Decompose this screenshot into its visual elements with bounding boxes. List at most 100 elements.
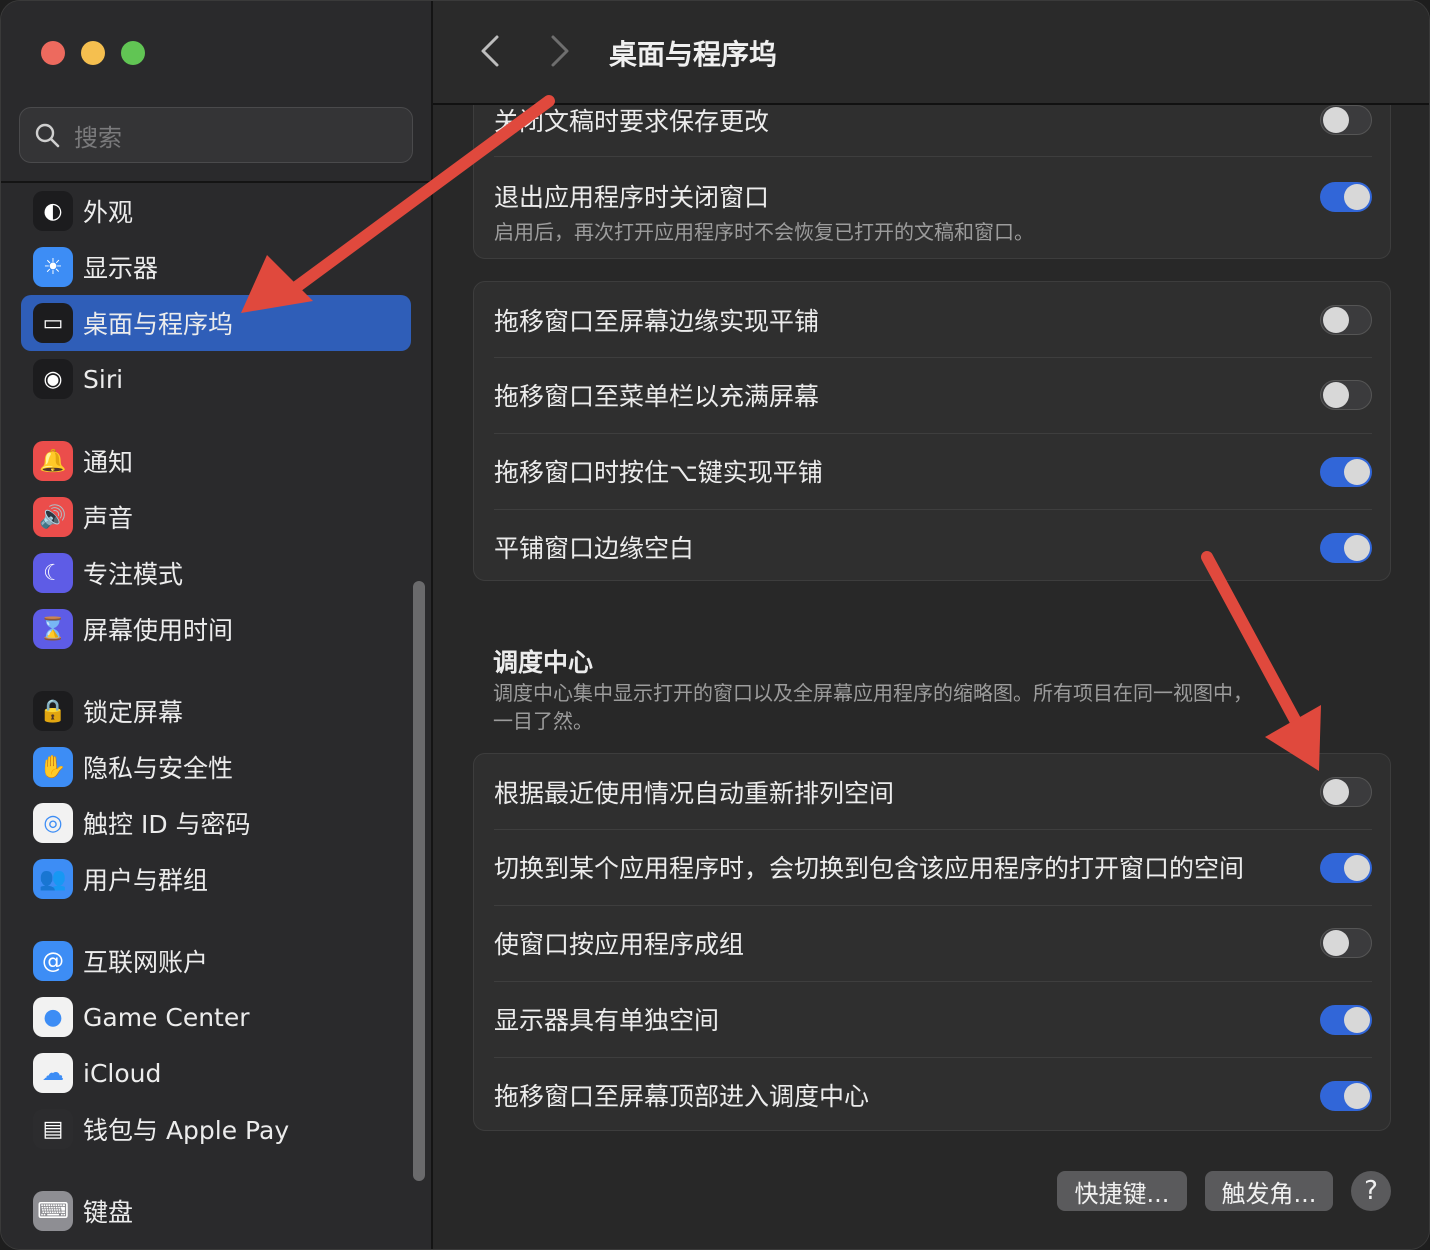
- toggle-group-windows[interactable]: [1320, 928, 1372, 958]
- wallet-icon: ▤: [33, 1109, 73, 1149]
- toggle-save-changes[interactable]: [1320, 105, 1372, 135]
- toggle-knob: [1344, 1083, 1370, 1109]
- game-center-icon: ●: [33, 997, 73, 1037]
- sidebar-item-label: Game Center: [83, 1002, 250, 1032]
- row-label-auto-rearrange: 根据最近使用情况自动重新排列空间: [494, 779, 895, 808]
- settings-row: 平铺窗口边缘空白: [494, 509, 1372, 582]
- sidebar-item-label: 钱包与 Apple Pay: [83, 1116, 290, 1145]
- sidebar-item-hourglass[interactable]: ⌛ 屏幕使用时间: [21, 601, 411, 657]
- row-label-tile-edge: 拖移窗口至屏幕边缘实现平铺: [494, 307, 820, 336]
- sidebar-item-label: 桌面与程序坞: [83, 310, 234, 339]
- chevron-left-icon[interactable]: [475, 33, 505, 69]
- toggle-knob: [1323, 930, 1349, 956]
- toggle-tile-edge[interactable]: [1320, 305, 1372, 335]
- row-label-fill-screen: 拖移窗口至菜单栏以充满屏幕: [494, 382, 820, 411]
- sidebar-item-users[interactable]: 👥 用户与群组: [21, 851, 411, 907]
- settings-row: 退出应用程序时关闭窗口 启用后，再次打开应用程序时不会恢复已打开的文稿和窗口。: [494, 156, 1372, 260]
- focus-moon-icon: ☾: [33, 553, 73, 593]
- toggle-knob: [1344, 1007, 1370, 1033]
- shortcuts-button[interactable]: 快捷键...: [1057, 1171, 1187, 1211]
- sidebar-item-appearance[interactable]: ◐ 外观: [21, 183, 411, 239]
- sidebar-scrollbar[interactable]: [413, 581, 425, 1181]
- sidebar-item-icloud[interactable]: ☁ iCloud: [21, 1045, 411, 1101]
- sidebar-item-focus-moon[interactable]: ☾ 专注模式: [21, 545, 411, 601]
- dock-icon: ▭: [33, 303, 73, 343]
- settings-row: 拖移窗口至屏幕顶部进入调度中心: [494, 1057, 1372, 1132]
- row-label-switch-space: 切换到某个应用程序时，会切换到包含该应用程序的打开窗口的空间: [494, 854, 1245, 883]
- users-icon: 👥: [33, 859, 73, 899]
- settings-window: 搜索 ◐ 外观 ☀ 显示器 ▭ 桌面与程序坞 ◉ Siri 🔔 通知 🔊 声音 ☾ 专注模式 ⌛ 屏幕使用时间…: [0, 0, 1430, 1250]
- toggle-auto-rearrange[interactable]: [1320, 777, 1372, 807]
- sidebar-item-label: 通知: [83, 448, 134, 477]
- help-button[interactable]: ?: [1351, 1171, 1391, 1211]
- fingerprint-icon: ◎: [33, 803, 73, 843]
- toggle-knob: [1344, 855, 1370, 881]
- sidebar-item-label: 键盘: [83, 1198, 134, 1227]
- toolbar: 桌面与程序坞: [433, 1, 1429, 105]
- search-field[interactable]: 搜索: [19, 107, 413, 163]
- at-icon: @: [33, 941, 73, 981]
- toggle-option-tile[interactable]: [1320, 457, 1372, 487]
- sidebar-item-siri[interactable]: ◉ Siri: [21, 351, 411, 407]
- display-icon: ☀: [33, 247, 73, 287]
- sidebar-item-label: 外观: [83, 198, 134, 227]
- chevron-right-icon[interactable]: [545, 33, 575, 69]
- sidebar-item-wallet[interactable]: ▤ 钱包与 Apple Pay: [21, 1101, 411, 1157]
- toggle-knob: [1323, 382, 1349, 408]
- sidebar-item-dock[interactable]: ▭ 桌面与程序坞: [21, 295, 411, 351]
- sidebar-item-label: 屏幕使用时间: [83, 616, 234, 645]
- minimize-window-button[interactable]: [81, 41, 105, 65]
- sidebar-item-notification[interactable]: 🔔 通知: [21, 433, 411, 489]
- lock-icon: 🔒: [33, 691, 73, 731]
- main-pane: 关闭文稿时要求保存更改 退出应用程序时关闭窗口 启用后，再次打开应用程序时不会恢…: [433, 1, 1429, 1249]
- sidebar-item-label: 互联网账户: [83, 948, 209, 977]
- toggle-drag-top[interactable]: [1320, 1081, 1372, 1111]
- toggle-knob: [1323, 779, 1349, 805]
- sidebar: 搜索 ◐ 外观 ☀ 显示器 ▭ 桌面与程序坞 ◉ Siri 🔔 通知 🔊 声音 ☾ 专注模式 ⌛ 屏幕使用时间…: [1, 1, 433, 1249]
- sidebar-item-display[interactable]: ☀ 显示器: [21, 239, 411, 295]
- toggle-switch-space[interactable]: [1320, 853, 1372, 883]
- sidebar-item-label: 声音: [83, 504, 134, 533]
- hot-corners-button[interactable]: 触发角...: [1205, 1171, 1333, 1211]
- row-label-drag-top: 拖移窗口至屏幕顶部进入调度中心: [494, 1082, 870, 1111]
- siri-icon: ◉: [33, 359, 73, 399]
- toggle-separate-spaces[interactable]: [1320, 1005, 1372, 1035]
- toggle-tile-margins[interactable]: [1320, 533, 1372, 563]
- notification-icon: 🔔: [33, 441, 73, 481]
- settings-row: 显示器具有单独空间: [494, 981, 1372, 1057]
- row-label-option-tile: 拖移窗口时按住⌥键实现平铺: [494, 458, 823, 487]
- hourglass-icon: ⌛: [33, 609, 73, 649]
- row-label-close-windows: 退出应用程序时关闭窗口: [494, 183, 770, 212]
- settings-group-mission-control: 根据最近使用情况自动重新排列空间 切换到某个应用程序时，会切换到包含该应用程序的…: [473, 753, 1391, 1131]
- page-title: 桌面与程序坞: [609, 38, 778, 71]
- close-window-button[interactable]: [41, 41, 65, 65]
- sidebar-item-label: 显示器: [83, 254, 159, 283]
- row-label-separate-spaces: 显示器具有单独空间: [494, 1006, 720, 1035]
- row-label-save-changes: 关闭文稿时要求保存更改: [494, 107, 770, 136]
- icloud-icon: ☁: [33, 1053, 73, 1093]
- settings-row: 拖移窗口时按住⌥键实现平铺: [494, 433, 1372, 509]
- toggle-close-windows[interactable]: [1320, 182, 1372, 212]
- sidebar-item-keyboard[interactable]: ⌨ 键盘: [21, 1183, 411, 1239]
- row-label-tile-margins: 平铺窗口边缘空白: [494, 534, 695, 563]
- settings-row: 切换到某个应用程序时，会切换到包含该应用程序的打开窗口的空间: [494, 829, 1372, 905]
- appearance-icon: ◐: [33, 191, 73, 231]
- settings-row: 拖移窗口至菜单栏以充满屏幕: [494, 357, 1372, 433]
- settings-row: 拖移窗口至屏幕边缘实现平铺: [494, 282, 1372, 357]
- sound-icon: 🔊: [33, 497, 73, 537]
- toggle-fill-screen[interactable]: [1320, 380, 1372, 410]
- toggle-knob: [1344, 459, 1370, 485]
- sidebar-item-at[interactable]: @ 互联网账户: [21, 933, 411, 989]
- sidebar-item-sound[interactable]: 🔊 声音: [21, 489, 411, 545]
- toggle-knob: [1323, 107, 1349, 133]
- sidebar-item-hand[interactable]: ✋ 隐私与安全性: [21, 739, 411, 795]
- zoom-window-button[interactable]: [121, 41, 145, 65]
- sidebar-item-game-center[interactable]: ● Game Center: [21, 989, 411, 1045]
- search-placeholder: 搜索: [74, 123, 122, 152]
- toggle-knob: [1344, 535, 1370, 561]
- sidebar-item-label: 锁定屏幕: [83, 698, 184, 727]
- sidebar-item-fingerprint[interactable]: ◎ 触控 ID 与密码: [21, 795, 411, 851]
- toggle-knob: [1344, 184, 1370, 210]
- sidebar-item-lock[interactable]: 🔒 锁定屏幕: [21, 683, 411, 739]
- section-title-mission-control: 调度中心: [493, 648, 594, 677]
